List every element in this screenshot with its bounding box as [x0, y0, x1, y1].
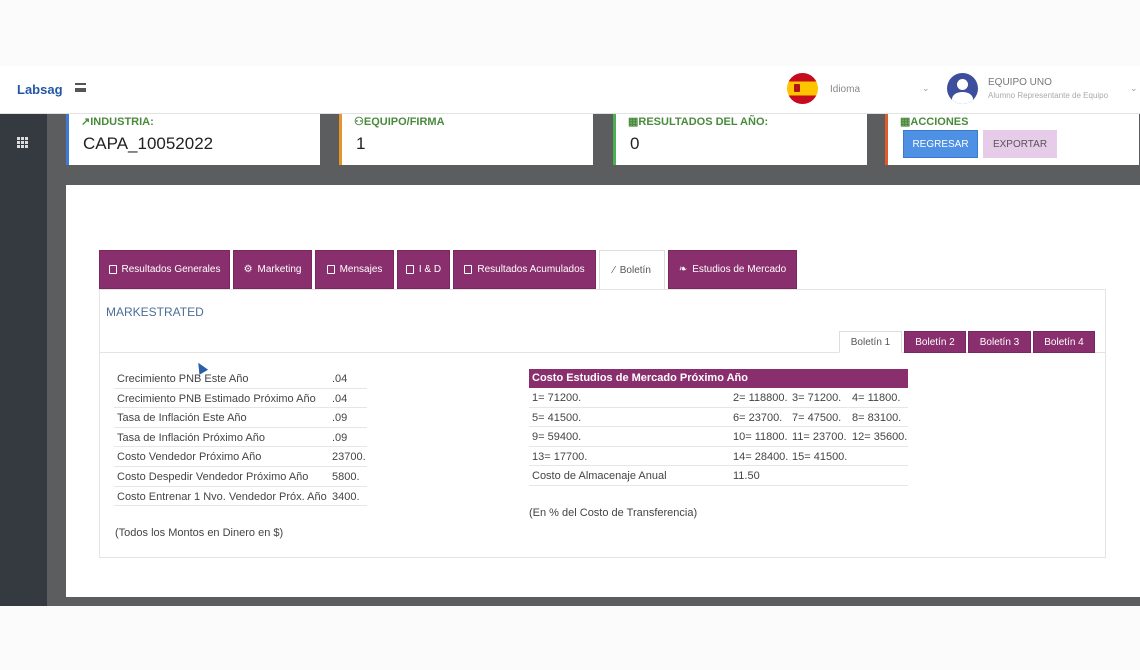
tab-marketing[interactable]: ⚙ Marketing: [233, 250, 312, 289]
table-row: Costo Entrenar 1 Nvo. Vendedor Próx. Año…: [114, 487, 367, 507]
table-row: 5= 41500. 6= 23700. 7= 47500. 8= 83100.: [529, 408, 908, 427]
table-row: 9= 59400. 10= 11800. 11= 23700. 12= 3560…: [529, 427, 908, 447]
subtab-boletin-4[interactable]: Boletín 4: [1033, 331, 1095, 353]
acciones-title: ▦ACCIONES: [900, 116, 969, 128]
table-row: Costo Despedir Vendedor Próximo Año 5800.: [114, 467, 367, 487]
resultados-card: ▦RESULTADOS DEL AÑO: 0: [613, 114, 867, 165]
cogs-icon: ⚙: [243, 264, 253, 275]
leaf-icon: ❧: [678, 264, 688, 275]
language-select[interactable]: Idioma: [830, 84, 860, 95]
spain-flag-icon[interactable]: [787, 73, 818, 104]
equipo-value: 1: [356, 134, 366, 153]
equipo-title: ⚇EQUIPO/FIRMA: [354, 116, 445, 128]
users-icon: ⚇: [354, 116, 364, 128]
regresar-button[interactable]: REGRESAR: [903, 130, 978, 158]
tab-i-d[interactable]: I & D: [397, 250, 450, 289]
economic-indicators-table: Crecimiento PNB Este Año .04 Crecimiento …: [114, 369, 367, 507]
resultados-title: ▦RESULTADOS DEL AÑO:: [628, 116, 769, 128]
industria-card: ↗INDUSTRIA: CAPA_10052022: [66, 114, 320, 165]
calendar-icon: ▦: [900, 116, 911, 128]
subtab-boletin-3[interactable]: Boletín 3: [968, 331, 1031, 353]
table-row: 1= 71200. 2= 118800. 3= 71200. 4= 11800.: [529, 388, 908, 408]
subtab-boletin-1[interactable]: Boletín 1: [839, 331, 902, 353]
table-row: 13= 17700. 14= 28400. 15= 41500.: [529, 447, 908, 466]
menu-icon[interactable]: [75, 83, 86, 92]
exportar-button[interactable]: EXPORTAR: [983, 130, 1057, 158]
transfer-cost-note: (En % del Costo de Transferencia): [529, 507, 698, 519]
chevron-down-icon[interactable]: ⌄: [922, 83, 930, 94]
table-row: Tasa de Inflación Este Año .09: [114, 408, 367, 428]
acciones-card: ▦ACCIONES REGRESAR EXPORTAR: [885, 114, 1139, 165]
subtab-boletin-2[interactable]: Boletín 2: [904, 331, 966, 353]
market-study-cost-table: Costo Estudios de Mercado Próximo Año 1=…: [529, 369, 908, 486]
message-icon: [326, 265, 335, 274]
brand-logo[interactable]: Labsag: [17, 82, 63, 97]
equipo-card: ⚇EQUIPO/FIRMA 1: [339, 114, 593, 165]
user-menu-chevron-icon[interactable]: ⌄: [1130, 83, 1138, 94]
table-header: Costo Estudios de Mercado Próximo Año: [529, 369, 908, 388]
table-row: Crecimiento PNB Este Año .04: [114, 369, 367, 389]
top-navbar: Labsag Idioma ⌄ EQUIPO UNO Alumno Repres…: [0, 66, 1140, 114]
table-row: Costo Vendedor Próximo Año 23700.: [114, 447, 367, 467]
tab-resultados-generales[interactable]: Resultados Generales: [99, 250, 230, 289]
resultados-value: 0: [630, 134, 640, 153]
industria-title: ↗INDUSTRIA:: [81, 116, 154, 128]
tab-resultados-acumulados[interactable]: Resultados Acumulados: [453, 250, 596, 289]
industria-value: CAPA_10052022: [83, 134, 214, 153]
tab-mensajes[interactable]: Mensajes: [315, 250, 394, 289]
tab-estudios-de-mercado[interactable]: ❧ Estudios de Mercado: [668, 250, 797, 289]
tab-boletin[interactable]: ⁄ Boletín: [599, 250, 665, 290]
section-title: MARKESTRATED: [106, 305, 204, 319]
user-role: Alumno Representante de Equipo: [988, 91, 1109, 100]
user-avatar-icon[interactable]: [947, 73, 978, 104]
table-row: Costo de Almacenaje Anual 11.50: [529, 466, 908, 486]
sidebar: [0, 114, 47, 606]
calendar-icon: ▦: [628, 116, 639, 128]
document-icon: [405, 265, 414, 274]
wand-icon: ⁄: [613, 265, 615, 276]
table-row: Tasa de Inflación Próximo Año .09: [114, 428, 367, 448]
apps-grid-icon[interactable]: [17, 137, 28, 148]
copy-icon: [464, 265, 473, 274]
amounts-note: (Todos los Montos en Dinero en $): [115, 527, 284, 539]
table-row: Crecimiento PNB Estimado Próximo Año .04: [114, 389, 367, 409]
document-icon: [108, 265, 117, 274]
user-name[interactable]: EQUIPO UNO: [988, 77, 1052, 88]
